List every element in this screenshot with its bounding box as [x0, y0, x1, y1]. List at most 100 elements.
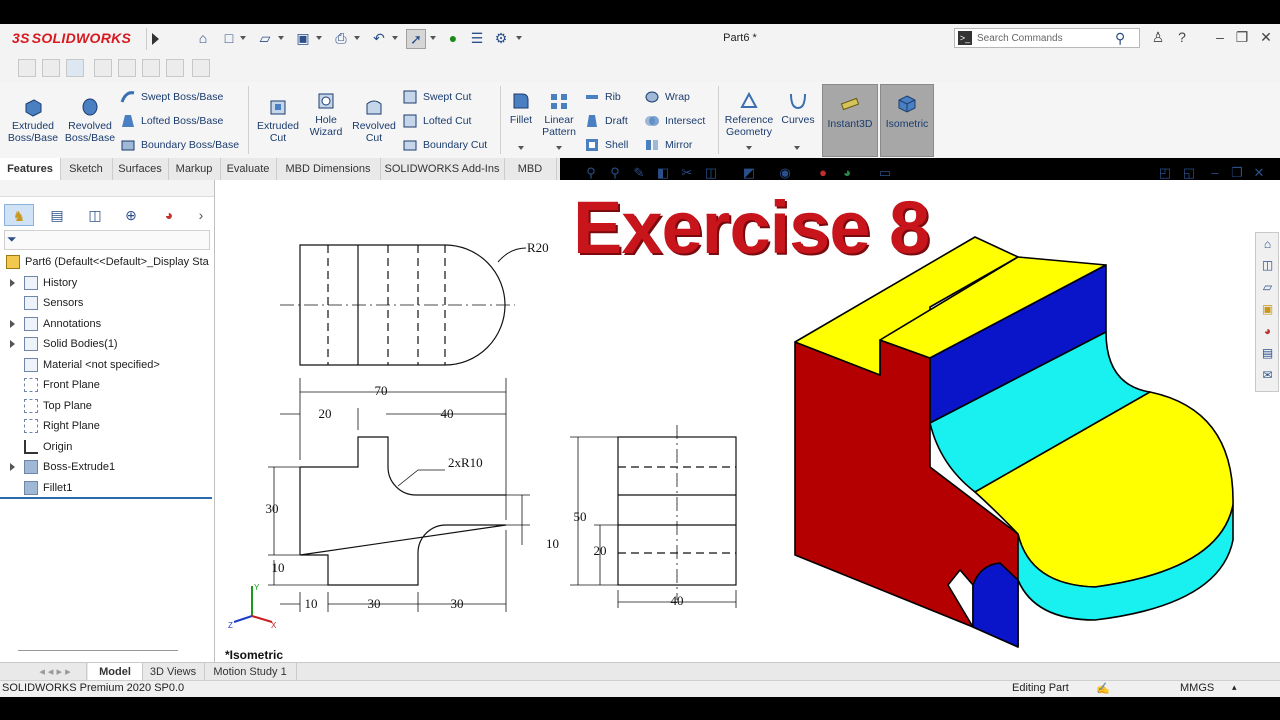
- search-icon[interactable]: ⚲: [1115, 30, 1125, 47]
- tab-mbd[interactable]: MBD: [504, 158, 557, 180]
- forum-icon[interactable]: ✉: [1259, 367, 1276, 384]
- tree-item-material[interactable]: Material <not specified>: [24, 355, 160, 375]
- custom-properties-icon[interactable]: ▤: [1259, 345, 1276, 362]
- rebuild-status-icon[interactable]: ✍: [1096, 682, 1110, 695]
- tab-markup[interactable]: Markup: [168, 158, 221, 180]
- rollback-bar[interactable]: [0, 497, 212, 499]
- tab-mbd-dimensions[interactable]: MBD Dimensions: [276, 158, 381, 180]
- expand-arrow-icon[interactable]: [10, 340, 15, 348]
- expand-arrow-icon[interactable]: [10, 320, 15, 328]
- tab-evaluate[interactable]: Evaluate: [220, 158, 277, 180]
- isometric-view-toggle[interactable]: Isometric: [880, 84, 934, 157]
- design-library-icon[interactable]: ◫: [1259, 257, 1276, 274]
- new-document-icon[interactable]: □: [220, 29, 238, 47]
- draft-button[interactable]: Draft: [584, 112, 628, 130]
- save-icon[interactable]: ▣: [294, 29, 312, 47]
- dimxpert-manager-icon[interactable]: ⊕: [116, 204, 146, 226]
- tab-solidworks-add-ins[interactable]: SOLIDWORKS Add-Ins: [380, 158, 505, 180]
- instant3d-toggle[interactable]: Instant3D: [822, 84, 878, 157]
- shell-button[interactable]: Shell: [584, 136, 628, 154]
- lofted-cut-button[interactable]: Lofted Cut: [402, 112, 471, 130]
- property-manager-icon[interactable]: ▤: [42, 204, 72, 226]
- select-icon[interactable]: ➚: [406, 29, 426, 49]
- reference-geometry-button[interactable]: Reference Geometry: [722, 90, 776, 138]
- extruded-cut-button[interactable]: Extruded Cut: [254, 96, 302, 144]
- tab-motion-study-1[interactable]: Motion Study 1: [204, 663, 297, 681]
- linear-pattern-dropdown-icon[interactable]: [556, 146, 562, 150]
- tab-scroll-arrows[interactable]: ◂ ◂ ▸ ▸: [24, 663, 87, 681]
- tree-item-solid-bodies[interactable]: Solid Bodies(1): [10, 334, 118, 354]
- feature-manager-tree-icon[interactable]: ♞: [4, 204, 34, 226]
- help-icon[interactable]: ?: [1172, 29, 1192, 45]
- boundary-boss-button[interactable]: Boundary Boss/Base: [120, 136, 239, 154]
- mirror-button[interactable]: Mirror: [644, 136, 692, 154]
- close-icon[interactable]: ✕: [1256, 29, 1276, 46]
- curves-button[interactable]: Curves: [778, 90, 818, 126]
- tree-item-history[interactable]: History: [10, 273, 77, 293]
- swept-cut-button[interactable]: Swept Cut: [402, 88, 471, 106]
- open-icon[interactable]: ▱: [256, 29, 274, 47]
- rebuild-icon[interactable]: ●: [444, 29, 462, 47]
- fillet-dropdown-icon[interactable]: [518, 146, 524, 150]
- solidworks-logo[interactable]: 3S SOLIDWORKS: [12, 30, 131, 46]
- status-units[interactable]: MMGS: [1180, 682, 1214, 694]
- intersect-button[interactable]: Intersect: [644, 112, 705, 130]
- revolved-cut-button[interactable]: Revolved Cut: [350, 96, 398, 144]
- new-dropdown-icon[interactable]: [240, 36, 246, 40]
- print-icon[interactable]: ⎙: [332, 29, 350, 47]
- revolved-boss-button[interactable]: Revolved Boss/Base: [62, 96, 118, 144]
- tree-root-part[interactable]: Part6 (Default<<Default>_Display Sta: [6, 252, 209, 272]
- file-properties-icon[interactable]: ☰: [468, 29, 486, 47]
- display-manager-icon[interactable]: ◕: [154, 204, 184, 226]
- isometric-model[interactable]: [790, 235, 1240, 655]
- file-explorer-icon[interactable]: ▱: [1259, 279, 1276, 296]
- extruded-boss-button[interactable]: Extruded Boss/Base: [6, 96, 60, 144]
- search-commands-input[interactable]: >_ Search Commands ⚲: [954, 28, 1140, 48]
- panel-gripper[interactable]: [0, 180, 214, 197]
- wrap-button[interactable]: Wrap: [644, 88, 690, 106]
- tab-features[interactable]: Features: [0, 158, 61, 181]
- undo-dropdown-icon[interactable]: [392, 36, 398, 40]
- hole-wizard-button[interactable]: Hole Wizard: [304, 90, 348, 138]
- select-dropdown-icon[interactable]: [430, 36, 436, 40]
- undo-icon[interactable]: ↶: [370, 29, 388, 47]
- reference-geometry-dropdown-icon[interactable]: [746, 146, 752, 150]
- toolbar-icon-3[interactable]: [66, 59, 84, 77]
- tree-item-sensors[interactable]: Sensors: [24, 293, 83, 313]
- fillet-button[interactable]: Fillet: [504, 90, 538, 126]
- view-palette-icon[interactable]: ▣: [1259, 301, 1276, 318]
- configuration-manager-icon[interactable]: ◫: [80, 204, 110, 226]
- tab-model[interactable]: Model: [88, 663, 143, 681]
- tab-3d-views[interactable]: 3D Views: [142, 663, 205, 681]
- panel-horizontal-scrollbar[interactable]: [18, 650, 178, 651]
- open-dropdown-icon[interactable]: [278, 36, 284, 40]
- minimize-icon[interactable]: –: [1210, 29, 1230, 45]
- swept-boss-button[interactable]: Swept Boss/Base: [120, 88, 223, 106]
- save-dropdown-icon[interactable]: [316, 36, 322, 40]
- curves-dropdown-icon[interactable]: [794, 146, 800, 150]
- options-gear-icon[interactable]: ⚙: [492, 29, 510, 47]
- tree-item-boss-extrude1[interactable]: Boss-Extrude1: [10, 457, 115, 477]
- tab-sketch[interactable]: Sketch: [60, 158, 113, 180]
- home-icon[interactable]: ⌂: [194, 29, 212, 47]
- expand-arrow-icon[interactable]: [10, 279, 15, 287]
- tree-item-right-plane[interactable]: Right Plane: [24, 416, 100, 436]
- user-icon[interactable]: ♙: [1148, 29, 1168, 46]
- options-dropdown-icon[interactable]: [516, 36, 522, 40]
- tree-item-front-plane[interactable]: Front Plane: [24, 375, 100, 395]
- tree-item-origin[interactable]: Origin: [24, 437, 72, 457]
- solidworks-resources-icon[interactable]: ⌂: [1259, 236, 1276, 253]
- panel-scroll-right-icon[interactable]: ›: [186, 204, 216, 226]
- expand-arrow-icon[interactable]: [10, 463, 15, 471]
- tree-item-annotations[interactable]: Annotations: [10, 314, 101, 334]
- logo-flyout-arrow[interactable]: [146, 28, 165, 50]
- restore-icon[interactable]: ❐: [1232, 29, 1252, 46]
- units-dropdown-icon[interactable]: ▴: [1232, 682, 1237, 693]
- rib-button[interactable]: Rib: [584, 88, 621, 106]
- tree-filter-input[interactable]: ⏷: [4, 230, 210, 250]
- appearances-icon[interactable]: ◕: [1259, 323, 1276, 340]
- tree-item-fillet1[interactable]: Fillet1: [24, 478, 72, 498]
- tab-surfaces[interactable]: Surfaces: [112, 158, 169, 180]
- print-dropdown-icon[interactable]: [354, 36, 360, 40]
- boundary-cut-button[interactable]: Boundary Cut: [402, 136, 487, 154]
